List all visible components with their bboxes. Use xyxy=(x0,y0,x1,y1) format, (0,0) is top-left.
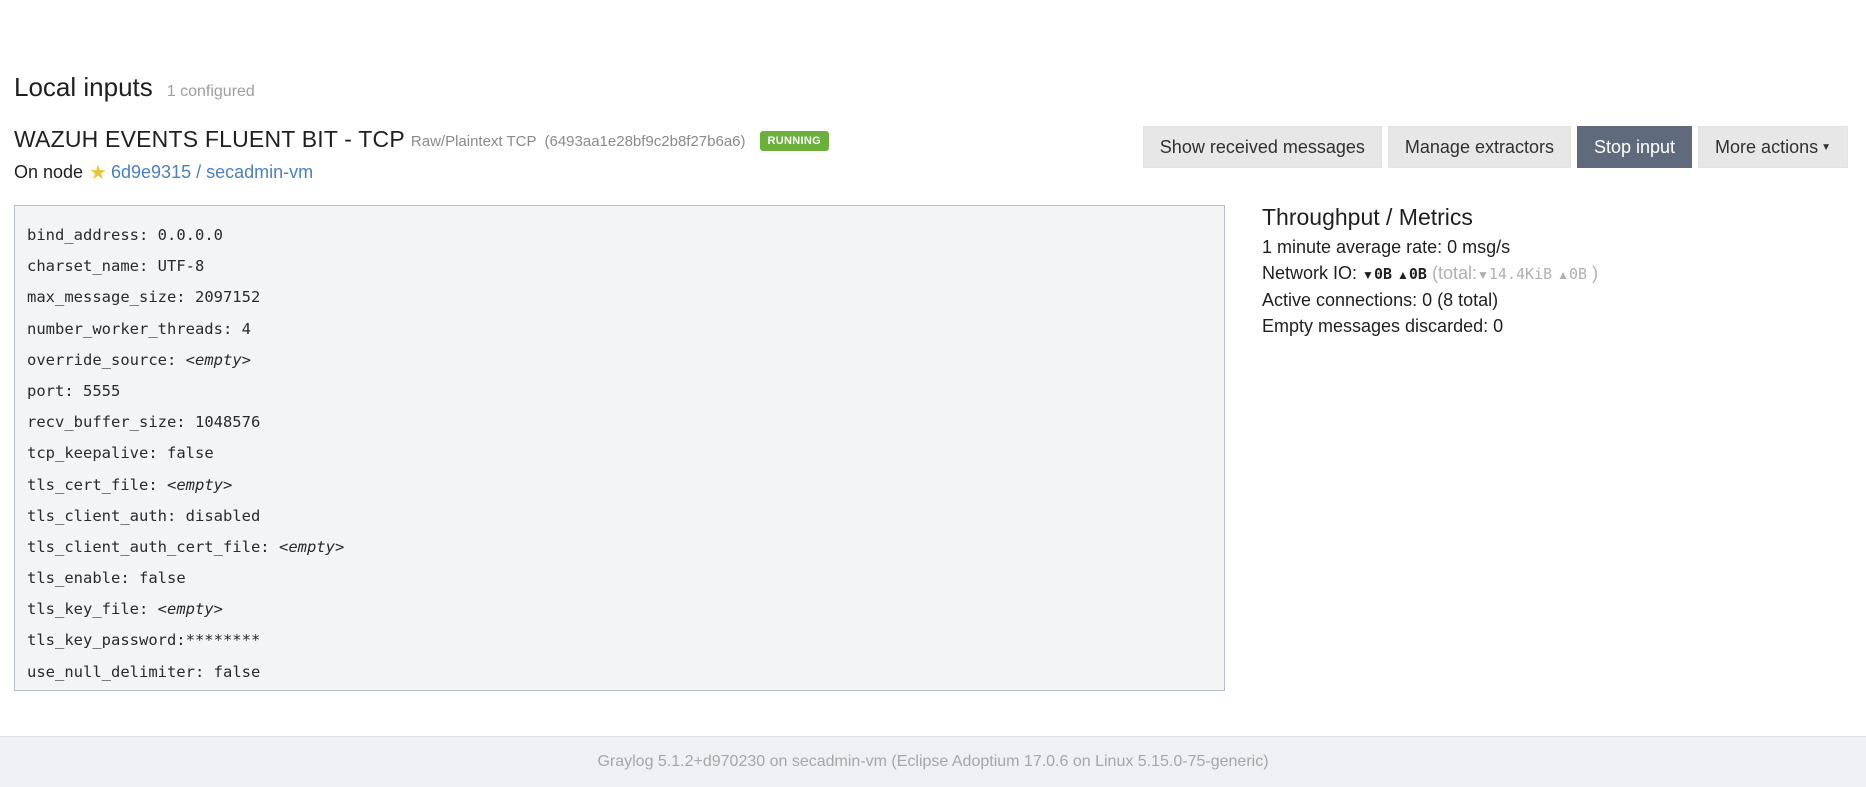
config-line: number_worker_threads: 4 xyxy=(27,314,1212,345)
config-list: bind_address: 0.0.0.0 charset_name: UTF-8… xyxy=(27,220,1212,688)
config-key: recv_buffer_size: xyxy=(27,413,186,432)
config-key: tls_client_auth: xyxy=(27,506,177,525)
config-value: ******** xyxy=(185,631,261,650)
total-down-value: 14.4KiB xyxy=(1488,264,1553,283)
config-line: override_source: <empty> xyxy=(27,345,1212,376)
total-close: ) xyxy=(1592,262,1599,283)
config-value: <empty> xyxy=(278,537,345,556)
config-line: max_message_size: 2097152 xyxy=(27,282,1212,313)
input-title-row: WAZUH EVENTS FLUENT BIT - TCP Raw/Plaint… xyxy=(14,126,829,153)
config-value: disabled xyxy=(185,506,261,525)
config-value: UTF-8 xyxy=(157,257,205,276)
manage-extractors-button[interactable]: Manage extractors xyxy=(1387,126,1571,168)
network-io: Network IO: ▼0B ▲0B (total:▼14.4KiB ▲0B … xyxy=(1262,261,1822,289)
config-key: tls_key_password: xyxy=(27,631,186,650)
config-box: bind_address: 0.0.0.0 charset_name: UTF-8… xyxy=(14,205,1225,691)
stop-input-button[interactable]: Stop input xyxy=(1576,126,1693,168)
config-value: 1048576 xyxy=(194,413,261,432)
net-down-value: 0B xyxy=(1373,264,1392,283)
node-link[interactable]: 6d9e9315 / secadmin-vm xyxy=(111,162,313,183)
net-up-value: 0B xyxy=(1408,264,1427,283)
config-key: use_null_delimiter: xyxy=(27,662,205,681)
config-key: port: xyxy=(27,381,74,400)
config-line: tls_client_auth: disabled xyxy=(27,501,1212,532)
config-key: max_message_size: xyxy=(27,288,186,307)
active-connections: Active connections: 0 (8 total) xyxy=(1262,290,1499,310)
config-value: 5555 xyxy=(83,381,121,400)
config-value: <empty> xyxy=(157,600,223,619)
input-id: (6493aa1e28bf9c2b8f27b6a6) xyxy=(544,133,746,150)
config-key: tcp_keepalive: xyxy=(27,444,158,463)
config-line: bind_address: 0.0.0.0 xyxy=(27,220,1212,251)
network-io-label: Network IO: xyxy=(1262,262,1358,283)
input-name: WAZUH EVENTS FLUENT BIT - TCP xyxy=(14,126,405,152)
config-value: 0.0.0.0 xyxy=(157,226,223,244)
node-row: On node ★ 6d9e9315 / secadmin-vm xyxy=(14,162,313,183)
config-value: <empty> xyxy=(185,350,251,369)
total-open: (total: xyxy=(1431,262,1478,283)
arrow-up-icon: ▲ xyxy=(1397,267,1409,282)
config-value: 4 xyxy=(241,319,251,338)
config-line: tls_client_auth_cert_file: <empty> xyxy=(27,532,1212,563)
config-key: tls_key_file: xyxy=(27,600,149,619)
config-value: <empty> xyxy=(167,475,233,494)
more-actions-label: More actions xyxy=(1715,136,1819,157)
config-key: charset_name: xyxy=(27,257,149,276)
config-value: 2097152 xyxy=(194,288,261,307)
avg-rate: 1 minute average rate: 0 msg/s xyxy=(1262,237,1511,257)
metrics-title: Throughput / Metrics xyxy=(1262,204,1473,230)
node-prefix: On node xyxy=(14,162,84,182)
config-line: charset_name: UTF-8 xyxy=(27,251,1212,282)
config-value: false xyxy=(139,569,186,588)
input-actions: Show received messages Manage extractors… xyxy=(1142,126,1848,168)
empty-messages-discarded: Empty messages discarded: 0 xyxy=(1262,315,1504,336)
input-type: Raw/Plaintext TCP xyxy=(410,133,537,150)
config-line: tls_enable: false xyxy=(27,563,1212,594)
status-badge: RUNNING xyxy=(759,130,829,151)
section-header: Local inputs 1 configured xyxy=(14,72,255,103)
config-key: number_worker_threads: xyxy=(27,319,233,338)
config-key: bind_address: xyxy=(27,226,149,244)
config-line: port: 5555 xyxy=(27,376,1212,407)
arrow-up-icon: ▲ xyxy=(1557,267,1570,282)
footer: Graylog 5.1.2+d970230 on secadmin-vm (Ec… xyxy=(0,736,1866,787)
config-line: use_null_delimiter: false xyxy=(27,657,1212,688)
config-value: false xyxy=(213,662,261,681)
caret-down-icon: ▼ xyxy=(1821,142,1831,154)
show-received-messages-button[interactable]: Show received messages xyxy=(1142,126,1382,168)
config-key: tls_enable: xyxy=(27,569,130,588)
config-line: recv_buffer_size: 1048576 xyxy=(27,407,1212,438)
more-actions-button[interactable]: More actions ▼ xyxy=(1698,126,1848,168)
config-key: tls_cert_file: xyxy=(27,475,158,494)
metrics-panel: Throughput / Metrics 1 minute average ra… xyxy=(1262,204,1822,339)
config-line: tls_key_password:******** xyxy=(27,625,1212,656)
star-icon: ★ xyxy=(89,161,107,184)
section-title: Local inputs xyxy=(14,72,153,102)
config-line: tcp_keepalive: false xyxy=(27,438,1212,469)
footer-text: Graylog 5.1.2+d970230 on secadmin-vm (Ec… xyxy=(597,753,1269,770)
total-up-value: 0B xyxy=(1569,264,1588,283)
arrow-down-icon: ▼ xyxy=(1477,267,1489,282)
configured-count: 1 configured xyxy=(166,83,255,100)
config-line: tls_key_file: <empty> xyxy=(27,594,1212,625)
arrow-down-icon: ▼ xyxy=(1362,267,1374,282)
config-line: tls_cert_file: <empty> xyxy=(27,470,1212,501)
config-key: tls_client_auth_cert_file: xyxy=(27,537,270,556)
config-value: false xyxy=(167,444,214,463)
config-key: override_source: xyxy=(27,350,177,369)
